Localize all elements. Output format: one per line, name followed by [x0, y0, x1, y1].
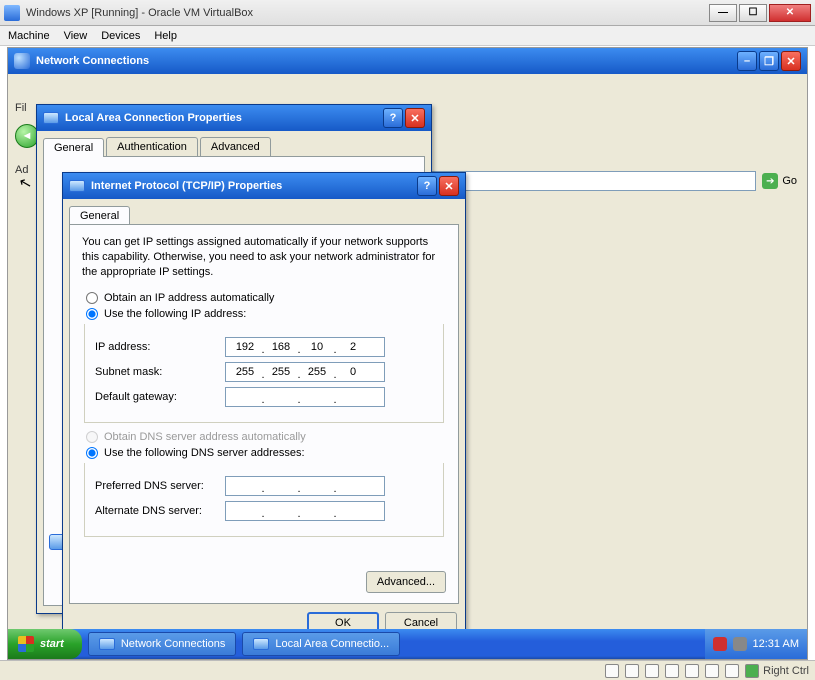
host-minimize-button[interactable]: —: [709, 4, 737, 22]
radio-auto-dns: [86, 431, 98, 443]
tcp-titlebar[interactable]: Internet Protocol (TCP/IP) Properties ✕: [63, 173, 465, 199]
vb-statusbar: Right Ctrl: [0, 660, 815, 680]
menu-view[interactable]: View: [64, 30, 88, 42]
menu-machine[interactable]: Machine: [8, 30, 50, 42]
netconn-close-button[interactable]: ✕: [781, 51, 801, 71]
gateway-input[interactable]: . . .: [225, 387, 385, 407]
tcp-panel: You can get IP settings assigned automat…: [69, 224, 459, 604]
lac-tab-general[interactable]: General: [43, 138, 104, 157]
start-label: start: [40, 638, 64, 650]
lac-titlebar[interactable]: Local Area Connection Properties ✕: [37, 105, 431, 131]
tcp-title: Internet Protocol (TCP/IP) Properties: [91, 180, 282, 192]
menu-devices[interactable]: Devices: [101, 30, 140, 42]
radio-manual-ip-label: Use the following IP address:: [104, 308, 246, 320]
tcp-tabs: General: [63, 199, 465, 224]
lan-icon: [43, 112, 59, 124]
lac-help-button[interactable]: [383, 108, 403, 128]
network-icon: [99, 638, 115, 650]
xp-taskbar: start Network Connections Local Area Con…: [8, 629, 807, 659]
netconn-titlebar[interactable]: Network Connections – ❐ ✕: [8, 48, 807, 74]
system-tray[interactable]: 12:31 AM: [705, 629, 807, 659]
guest-display: Network Connections – ❐ ✕ Fil ◄ Ad ↖ Det…: [7, 47, 808, 660]
ip-group: IP address: 192. 168. 10. 2 Subnet mask:…: [84, 324, 444, 423]
tcp-helptext: You can get IP settings assigned automat…: [82, 235, 446, 280]
start-button[interactable]: start: [8, 629, 82, 659]
vb-network-icon[interactable]: [645, 664, 659, 678]
shield-icon[interactable]: [713, 637, 727, 651]
radio-auto-ip[interactable]: [86, 292, 98, 304]
radio-manual-ip[interactable]: [86, 308, 98, 320]
lac-tabs: General Authentication Advanced: [37, 131, 431, 156]
alt-dns-label: Alternate DNS server:: [95, 505, 225, 517]
host-close-button[interactable]: ✕: [769, 4, 811, 22]
radio-auto-dns-label: Obtain DNS server address automatically: [104, 431, 306, 443]
vb-usb-icon[interactable]: [665, 664, 679, 678]
menu-help[interactable]: Help: [154, 30, 177, 42]
lac-title: Local Area Connection Properties: [65, 112, 242, 124]
go-label: Go: [782, 175, 797, 187]
host-menubar: Machine View Devices Help: [0, 26, 815, 46]
radio-manual-dns-label: Use the following DNS server addresses:: [104, 447, 305, 459]
radio-auto-ip-row[interactable]: Obtain an IP address automatically: [86, 292, 446, 304]
tcpip-properties-dialog: Internet Protocol (TCP/IP) Properties ✕ …: [62, 172, 466, 632]
cursor-icon: ↖: [17, 173, 34, 194]
radio-manual-dns-row[interactable]: Use the following DNS server addresses:: [86, 447, 446, 459]
task-item-lac[interactable]: Local Area Connectio...: [242, 632, 400, 656]
network-icon: [14, 53, 30, 69]
tray-icon[interactable]: [733, 637, 747, 651]
lac-tab-authentication[interactable]: Authentication: [106, 137, 198, 156]
tcp-help-button[interactable]: [417, 176, 437, 196]
subnet-label: Subnet mask:: [95, 366, 225, 378]
pref-dns-input[interactable]: . . .: [225, 476, 385, 496]
tcp-tab-general[interactable]: General: [69, 206, 130, 225]
vb-display-icon[interactable]: [705, 664, 719, 678]
radio-manual-dns[interactable]: [86, 447, 98, 459]
vb-cd-icon[interactable]: [625, 664, 639, 678]
vb-mouse-icon[interactable]: [725, 664, 739, 678]
subnet-input[interactable]: 255. 255. 255. 0: [225, 362, 385, 382]
pref-dns-label: Preferred DNS server:: [95, 480, 225, 492]
radio-manual-ip-row[interactable]: Use the following IP address:: [86, 308, 446, 320]
file-menu-fragment[interactable]: Fil: [15, 102, 27, 114]
netconn-title: Network Connections: [36, 55, 149, 67]
windows-flag-icon: [18, 636, 34, 652]
host-maximize-button[interactable]: ☐: [739, 4, 767, 22]
netconn-minimize-button[interactable]: –: [737, 51, 757, 71]
alt-dns-input[interactable]: . . .: [225, 501, 385, 521]
vb-key-icon: [745, 664, 759, 678]
tcp-icon: [69, 180, 85, 192]
virtualbox-icon: [4, 5, 20, 21]
dns-group: Preferred DNS server: . . . Alternate DN…: [84, 463, 444, 537]
clock[interactable]: 12:31 AM: [753, 638, 799, 650]
lan-icon: [253, 638, 269, 650]
host-title: Windows XP [Running] - Oracle VM Virtual…: [26, 7, 709, 19]
radio-auto-ip-label: Obtain an IP address automatically: [104, 292, 274, 304]
lac-close-button[interactable]: ✕: [405, 108, 425, 128]
vb-shared-folder-icon[interactable]: [685, 664, 699, 678]
host-titlebar: Windows XP [Running] - Oracle VM Virtual…: [0, 0, 815, 26]
ip-label: IP address:: [95, 341, 225, 353]
radio-auto-dns-row: Obtain DNS server address automatically: [86, 431, 446, 443]
go-arrow-icon: ➔: [762, 173, 778, 189]
gateway-label: Default gateway:: [95, 391, 225, 403]
advanced-button[interactable]: Advanced...: [366, 571, 446, 593]
vb-host-key[interactable]: Right Ctrl: [745, 664, 809, 678]
vb-hdd-icon[interactable]: [605, 664, 619, 678]
ip-input[interactable]: 192. 168. 10. 2: [225, 337, 385, 357]
lac-tab-advanced[interactable]: Advanced: [200, 137, 271, 156]
task-item-network-connections[interactable]: Network Connections: [88, 632, 237, 656]
netconn-restore-button[interactable]: ❐: [759, 51, 779, 71]
go-button[interactable]: ➔ Go: [762, 173, 797, 189]
tcp-close-button[interactable]: ✕: [439, 176, 459, 196]
